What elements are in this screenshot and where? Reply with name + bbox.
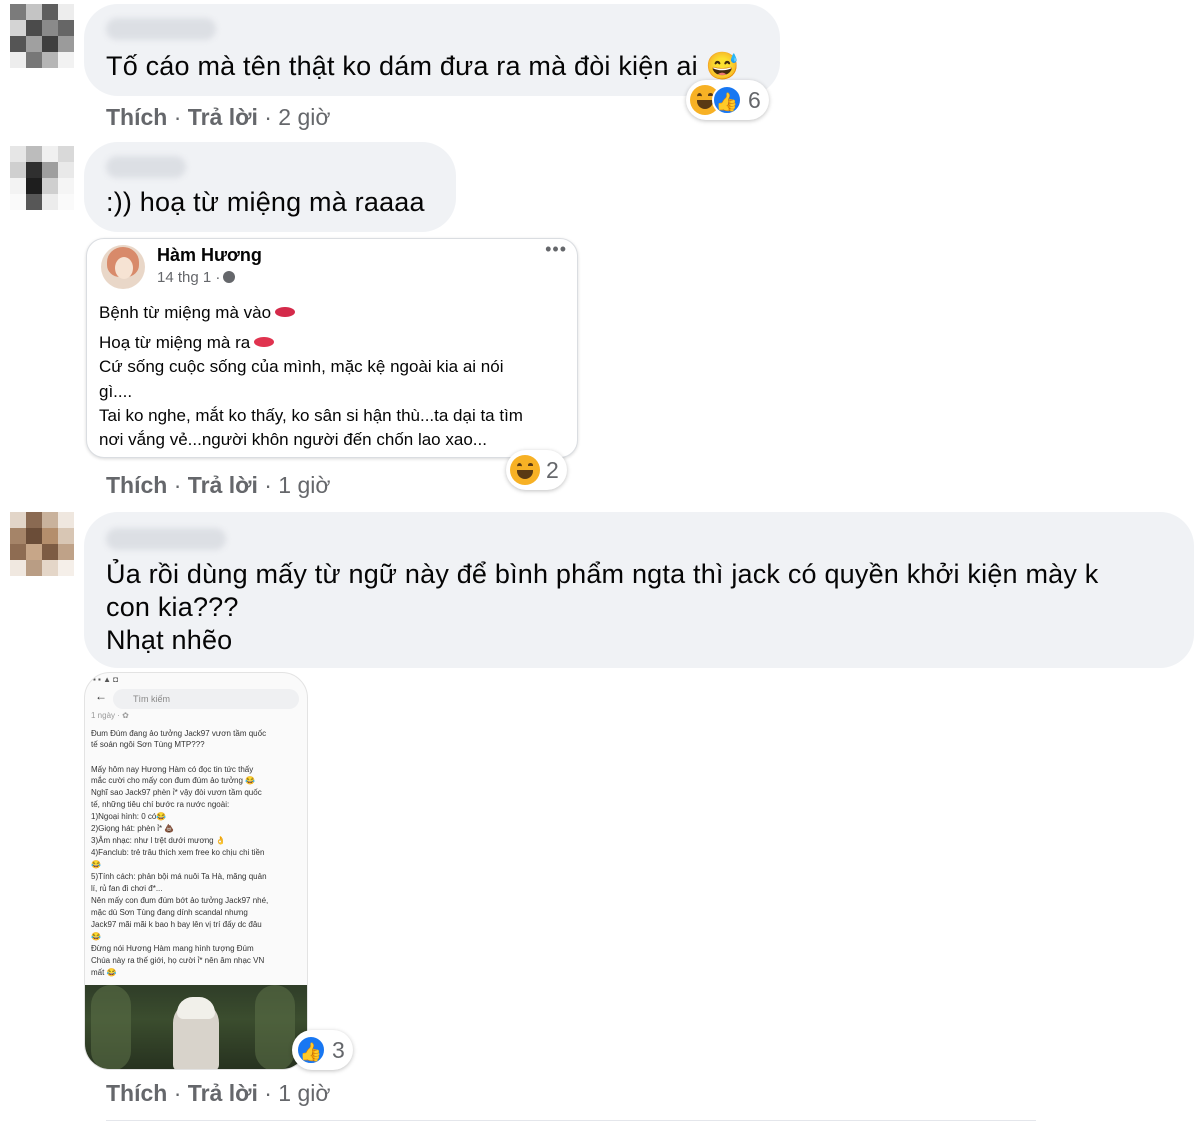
reply-link[interactable]: Trả lời xyxy=(188,472,258,498)
comment-bubble: Ủa rồi dùng mấy từ ngữ này để bình phẩm … xyxy=(84,512,1194,668)
reply-link[interactable]: Trả lời xyxy=(188,1080,258,1106)
comment-text-line: Nhạt nhẽo xyxy=(106,625,233,655)
post-text-line: Cứ sống cuộc sống của mình, mặc kệ ngoài… xyxy=(99,357,504,376)
post-text-line: nơi vắng vẻ...người khôn người đến chốn … xyxy=(99,430,487,449)
post-meta: 14 thg 1 · xyxy=(157,269,236,286)
attached-screenshot[interactable]: ▪ ▪ ▲ ◘ ← Tìm kiếm 1 ngày · ✿ Đum Đúm đa… xyxy=(84,672,308,1070)
post-text-line: gì.... xyxy=(99,382,133,401)
commenter-avatar[interactable] xyxy=(10,146,74,210)
divider xyxy=(106,1120,1036,1121)
comment-text: :)) hoạ từ miệng mà raaaa xyxy=(106,187,425,217)
screenshot-text-line: 😂 xyxy=(91,932,101,941)
screenshot-text-line: 3)Âm nhạc: như l trệt dưới mương 👌 xyxy=(91,836,226,845)
screenshot-text-line: 2)Giọng hát: phèn ỉ* 💩 xyxy=(91,824,175,833)
screenshot-text-line: 😂 xyxy=(91,860,101,869)
reaction-count: 2 xyxy=(546,456,559,483)
commenter-avatar[interactable] xyxy=(10,4,74,68)
comment-bubble: :)) hoạ từ miệng mà raaaa xyxy=(84,142,456,232)
post-author-name[interactable]: Hàm Hương xyxy=(157,245,262,266)
lips-emoji-icon xyxy=(275,307,296,317)
reaction-count: 6 xyxy=(748,86,761,113)
kiss-emoji-icon xyxy=(254,337,275,347)
comment-text: Tố cáo mà tên thật ko dám đưa ra mà đòi … xyxy=(106,51,740,81)
comment-actions: Thích · Trả lời · 2 giờ xyxy=(106,104,331,130)
post-text-line: Tai ko nghe, mắt ko thấy, ko sân si hận … xyxy=(99,406,523,425)
status-bar: ▪ ▪ ▲ ◘ xyxy=(93,675,119,684)
comment-bubble: Tố cáo mà tên thật ko dám đưa ra mà đòi … xyxy=(84,4,780,96)
screenshot-text-line: Nghĩ sao Jack97 phèn ỉ* vậy đòi vươn tầm… xyxy=(91,788,262,797)
screenshot-text-line: Mấy hôm nay Hương Hàm có đọc tin tức thấ… xyxy=(91,765,254,774)
reaction-count: 3 xyxy=(332,1036,345,1063)
screenshot-text-line: mặc dù Sơn Tùng đang dính scandal nhưng xyxy=(91,908,248,917)
commenter-name-blurred[interactable] xyxy=(106,18,216,40)
search-placeholder: Tìm kiếm xyxy=(133,694,170,704)
screenshot-text-line: 5)Tính cách: phản bội má nuôi Ta Hà, măn… xyxy=(91,872,267,881)
like-icon: 👍 xyxy=(712,85,742,115)
haha-icon xyxy=(510,455,540,485)
post-photo xyxy=(85,985,307,1069)
back-arrow-icon: ← xyxy=(95,689,107,703)
screenshot-text-line: Đừng nói Hương Hàm mang hình tượng Đúm xyxy=(91,944,254,953)
comment-actions: Thích · Trả lời · 1 giờ xyxy=(106,472,331,498)
commenter-avatar[interactable] xyxy=(10,512,74,576)
post-text-line: Hoạ từ miệng mà ra xyxy=(99,333,275,353)
comment-text-line: Ủa rồi dùng mấy từ ngữ này để bình phẩm … xyxy=(106,559,1099,589)
post-author-avatar[interactable] xyxy=(101,245,145,289)
like-icon: 👍 xyxy=(296,1035,326,1065)
reaction-summary[interactable]: 👍 3 xyxy=(292,1030,353,1070)
like-link[interactable]: Thích xyxy=(106,1080,167,1106)
comment-text-line: con kia??? xyxy=(106,592,239,622)
screenshot-text-line: 1)Ngoại hình: 0 có😂 xyxy=(91,812,167,821)
search-bar: Tìm kiếm xyxy=(113,689,299,709)
post-text-line: Bệnh từ miệng mà vào xyxy=(99,303,296,323)
commenter-name-blurred[interactable] xyxy=(106,528,226,550)
screenshot-text-line: Nên mấy con đum đúm bớt ảo tưởng Jack97 … xyxy=(91,896,269,905)
timestamp[interactable]: 1 giờ xyxy=(278,1080,330,1106)
more-options-icon[interactable]: ••• xyxy=(545,239,567,260)
timestamp[interactable]: 1 giờ xyxy=(278,472,330,498)
commenter-name-blurred[interactable] xyxy=(106,156,186,178)
like-link[interactable]: Thích xyxy=(106,472,167,498)
reaction-summary[interactable]: 2 xyxy=(506,450,567,490)
screenshot-text-line: 1 ngày · ✿ xyxy=(91,711,129,720)
screenshot-text-line: tế soán ngôi Sơn Tùng MTP??? xyxy=(91,740,205,749)
like-link[interactable]: Thích xyxy=(106,104,167,130)
screenshot-text-line: mất 😂 xyxy=(91,968,117,977)
screenshot-text-line: Jack97 mãi mãi k bao h bay lên vị trí đấ… xyxy=(91,920,262,929)
screenshot-text-line: 4)Fanclub: trẻ trâu thích xem free ko ch… xyxy=(91,848,265,857)
reply-link[interactable]: Trả lời xyxy=(188,104,258,130)
shared-post-card[interactable]: Hàm Hương 14 thg 1 · ••• Bệnh từ miệng m… xyxy=(86,238,578,458)
comment-actions: Thích · Trả lời · 1 giờ xyxy=(106,1080,331,1106)
screenshot-text-line: mắc cười cho mấy con đum đúm ảo tưởng 😂 xyxy=(91,776,256,785)
screenshot-text-line: Chúa này ra thế giới, họ cười ỉ* nên âm … xyxy=(91,956,265,965)
screenshot-text-line: lí, rủ fan đi chơi đ*... xyxy=(91,884,163,893)
globe-icon xyxy=(223,271,236,283)
reaction-summary[interactable]: 👍 6 xyxy=(686,80,769,120)
screenshot-text-line: tế, những tiêu chí bước ra nước ngoài: xyxy=(91,800,230,809)
timestamp[interactable]: 2 giờ xyxy=(278,104,330,130)
screenshot-text-line: Đum Đúm đang ảo tưởng Jack97 vươn tầm qu… xyxy=(91,729,267,738)
